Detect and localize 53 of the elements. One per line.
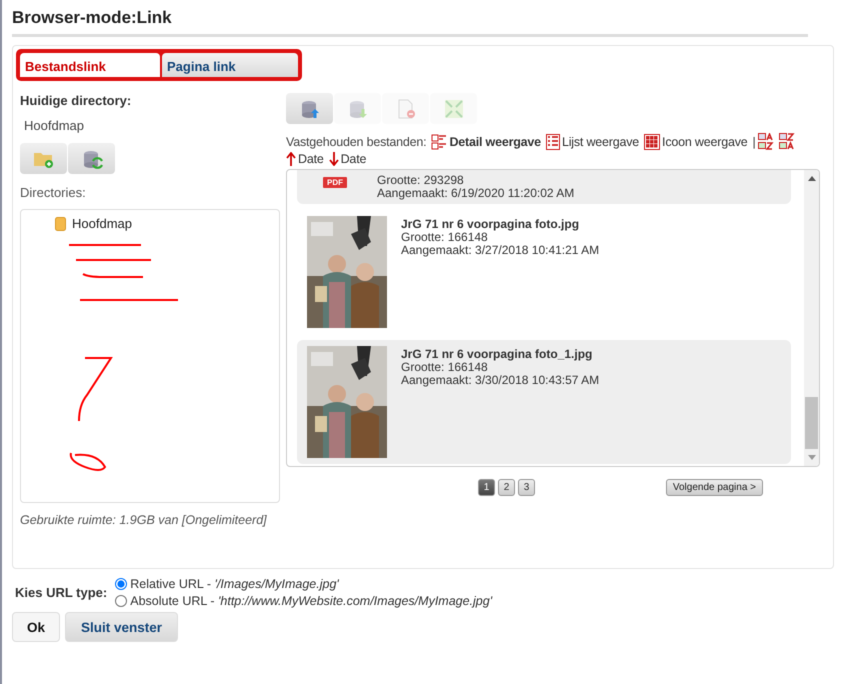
window-title: Browser-mode:Link [12, 8, 808, 37]
file-name: JrG 71 nr 6 voorpagina foto_1.jpg [401, 348, 594, 361]
detail-view-icon [431, 134, 448, 150]
url-type-label: Kies URL type: [14, 585, 108, 600]
toolbar-button[interactable] [20, 143, 67, 174]
file-size: Grootte: 166148 [401, 231, 488, 244]
files-label: Vastgehouden bestanden: [286, 134, 426, 148]
close-button[interactable]: Sluit venster [65, 612, 178, 642]
next-page-button[interactable]: Volgende pagina > [666, 479, 763, 496]
tab[interactable]: Pagina link [162, 53, 298, 77]
scroll-up-icon[interactable] [808, 176, 816, 181]
view-link[interactable]: Detail weergave [449, 134, 541, 148]
current-directory-value: Hoofdmap [24, 118, 85, 133]
tree-item[interactable]: Hoofdmap [72, 216, 132, 231]
file-created: Aangemaakt: 6/19/2020 11:20:02 AM [377, 187, 574, 200]
file-name: JrG 71 nr 6 voorpagina foto.jpg [401, 218, 580, 231]
arrow-down-icon[interactable] [328, 152, 339, 166]
ok-button[interactable]: Ok [12, 612, 60, 642]
toolbar-button[interactable] [286, 93, 333, 124]
toolbar-button[interactable] [68, 143, 115, 174]
scroll-down-icon[interactable] [808, 455, 816, 460]
file-row[interactable]: JrG 71 nr 6 voorpagina foto_1.jpg Grootte: 166148 Aangemaakt: 3/30/2018 10:43:57 AM [297, 340, 791, 464]
list-view-icon [546, 134, 560, 150]
sort-z-a-icon[interactable] [778, 133, 795, 150]
radio-label: Absolute URL - 'http://www.MyWebsite.com/Images/MyImage.jpg' [130, 594, 492, 608]
arrow-up-icon[interactable] [286, 152, 296, 166]
radio-label: Relative URL - '/Images/MyImage.jpg' [130, 577, 339, 591]
page-button[interactable]: 2 [498, 479, 515, 496]
radio-button[interactable] [115, 578, 128, 590]
file-created: Aangemaakt: 3/27/2018 10:41:21 AM [401, 244, 600, 257]
usage-text: Gebruikte ruimte: 1.9GB van [Ongelimiteerd] [20, 513, 268, 527]
sort-a-z-icon[interactable] [758, 133, 774, 150]
sort-link[interactable]: Date [340, 152, 366, 166]
separator: | [752, 134, 756, 148]
scrollbar-thumb[interactable] [805, 397, 818, 449]
file-size: Grootte: 166148 [401, 361, 488, 374]
view-link[interactable]: Icoon weergave [662, 134, 748, 148]
radio-button[interactable] [115, 595, 128, 607]
scrollbar[interactable] [804, 170, 819, 466]
tab[interactable]: Bestandslink [20, 53, 160, 77]
sort-link[interactable]: Date [298, 152, 324, 166]
directories-label: Directories: [20, 185, 87, 200]
file-size: Grootte: 293298 [377, 174, 465, 187]
folder-icon [55, 216, 66, 230]
view-link[interactable]: Lijst weergave [562, 134, 640, 148]
file-created: Aangemaakt: 3/30/2018 10:43:57 AM [401, 374, 600, 387]
page-button[interactable]: 1 [478, 479, 495, 496]
grid-view-icon [644, 134, 660, 150]
page-button[interactable]: 3 [518, 479, 535, 496]
current-directory-label: Huidige directory: [20, 93, 132, 108]
resize-icon [442, 98, 464, 118]
file-row[interactable]: PDF Grootte: 293298 Aangemaakt: 6/19/2020 11:20:02 AM [297, 170, 791, 204]
pdf-badge: PDF [323, 177, 347, 188]
